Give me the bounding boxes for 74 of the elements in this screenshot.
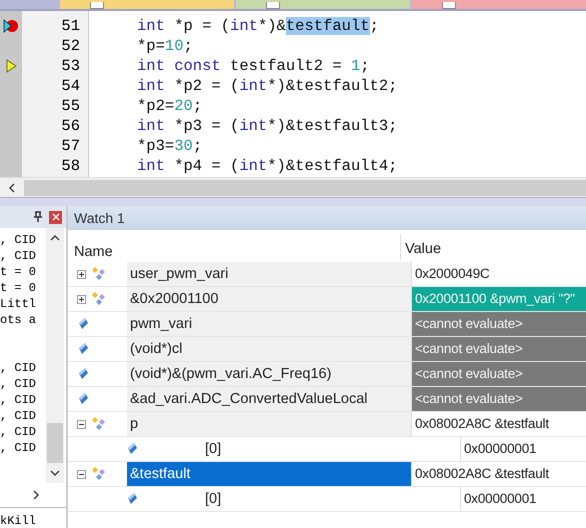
watch-expression[interactable]: pwm_vari — [127, 312, 411, 336]
watch-expression[interactable]: p — [127, 412, 411, 436]
code-line: int *p4 = (int*)&testfault4; — [137, 156, 398, 176]
tab-label[interactable]: kKill — [0, 514, 36, 528]
code-line: int *p3 = (int*)&testfault3; — [137, 116, 398, 136]
pin-icon[interactable] — [33, 211, 43, 223]
line-number: 53 — [61, 56, 80, 76]
file-icon — [90, 2, 104, 9]
column-header[interactable]: Name — [68, 244, 400, 260]
watch-value: <cannot evaluate> — [411, 387, 586, 411]
line-number: 54 — [61, 76, 80, 96]
watch-expression[interactable]: &0x20001100 — [127, 287, 411, 311]
line-number: 52 — [61, 36, 80, 56]
output-text: , CID — [0, 249, 36, 263]
scroll-down-icon[interactable] — [50, 469, 60, 477]
variable-icon — [126, 492, 138, 506]
watch-value: <cannot evaluate> — [411, 337, 586, 361]
line-number: 51 — [61, 16, 80, 36]
structure-icon — [90, 266, 108, 282]
panel-title: Watch 1 — [74, 210, 125, 226]
watch-value: 0x08002A8C &testfault — [411, 462, 586, 486]
code-line: int *p = (int*)&testfault; — [137, 16, 379, 36]
output-text: , CID — [0, 425, 36, 439]
watch-value: 0x20001100 &pwm_vari "?" — [411, 287, 586, 311]
line-number: 57 — [61, 136, 80, 156]
variable-icon — [77, 392, 89, 406]
scroll-right-icon[interactable] — [32, 490, 40, 500]
collapse-icon[interactable] — [77, 470, 86, 478]
watch-value: <cannot evaluate> — [411, 362, 586, 386]
output-text: , CID — [0, 361, 36, 375]
output-text: t = 0 — [0, 281, 36, 295]
structure-icon — [90, 291, 108, 307]
scroll-up-icon[interactable] — [50, 234, 60, 242]
code-line: *p3=30; — [137, 136, 202, 156]
output-text: , CID — [0, 393, 36, 407]
variable-icon — [77, 317, 89, 331]
structure-icon — [90, 466, 108, 482]
watch-value: <cannot evaluate> — [411, 312, 586, 336]
output-text: ots a — [0, 313, 36, 327]
variable-icon — [126, 442, 138, 456]
code-line: *p=10; — [137, 36, 193, 56]
watch-value: 0x00000001 — [460, 437, 586, 461]
line-number: 55 — [61, 96, 80, 116]
variable-icon — [77, 342, 89, 356]
watch-expression[interactable]: &testfault — [127, 462, 411, 486]
code-line: *p2=20; — [137, 96, 202, 116]
watch-expression[interactable]: &ad_vari.ADC_ConvertedValueLocal — [127, 387, 411, 411]
expand-icon[interactable] — [77, 270, 86, 278]
output-text: Littl — [0, 297, 36, 311]
line-number: 56 — [61, 116, 80, 136]
expand-icon[interactable] — [77, 294, 86, 304]
code-line: int const testfault2 = 1; — [137, 56, 370, 76]
watch-value: 0x2000049C — [411, 262, 586, 286]
variable-icon — [77, 367, 89, 381]
collapse-icon[interactable] — [77, 420, 86, 428]
output-text: t = 0 — [0, 265, 36, 279]
file-icon — [266, 2, 280, 9]
scrollbar-thumb[interactable] — [24, 180, 586, 196]
output-text: , CID — [0, 377, 36, 391]
scrollbar-thumb[interactable] — [47, 423, 63, 463]
line-number: 58 — [61, 156, 80, 176]
close-icon[interactable] — [49, 210, 62, 224]
output-text: , CID — [0, 233, 36, 247]
watch-expression[interactable]: (void*)&(pwm_vari.AC_Freq16) — [127, 362, 411, 386]
file-icon — [442, 2, 456, 9]
code-line: int *p2 = (int*)&testfault2; — [137, 76, 398, 96]
output-text: , CID — [0, 409, 36, 423]
watch-expression[interactable]: (void*)cl — [127, 337, 411, 361]
output-text: , CID — [0, 441, 36, 455]
column-header[interactable]: Value — [400, 234, 586, 260]
structure-icon — [90, 416, 108, 432]
watch-value: 0x08002A8C &testfault — [411, 412, 586, 436]
watch-value: 0x00000001 — [460, 487, 586, 511]
watch-expression[interactable]: user_pwm_vari — [127, 262, 411, 286]
